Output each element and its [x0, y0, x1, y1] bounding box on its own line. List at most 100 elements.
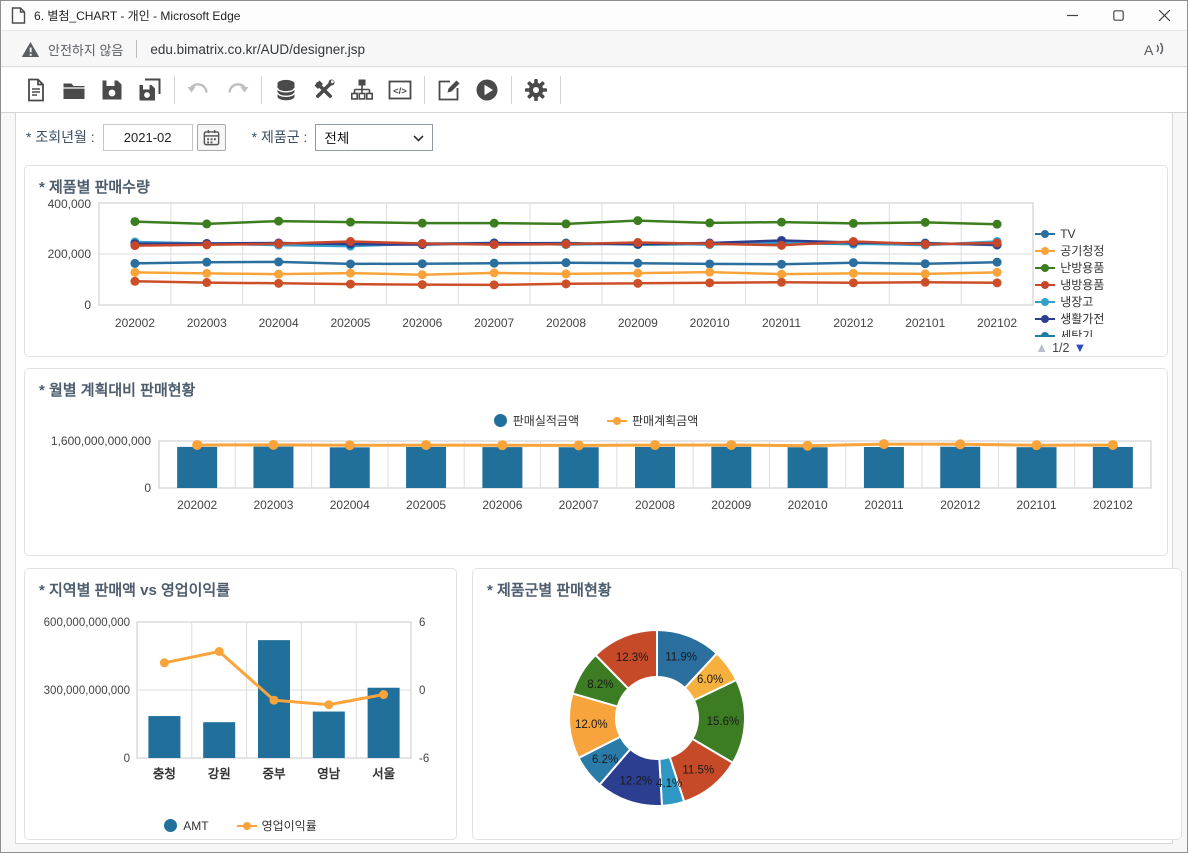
legend-label: 난방용품	[1060, 259, 1104, 276]
window-title: 6. 별첨_CHART - 개인 - Microsoft Edge	[34, 7, 240, 24]
legend-page-up-icon[interactable]: ▲	[1035, 340, 1048, 355]
line-chart-product-sales: 400,000200,00002020022020032020042020052…	[39, 197, 1035, 345]
legend-label: 판매계획금액	[632, 412, 698, 429]
svg-text:A: A	[1144, 42, 1154, 58]
browser-window: 6. 별첨_CHART - 개인 - Microsoft Edge 안전하지 않…	[0, 0, 1188, 853]
minimize-button[interactable]	[1049, 1, 1095, 30]
svg-text:202005: 202005	[406, 498, 446, 512]
svg-text:4.1%: 4.1%	[656, 778, 682, 790]
svg-text:400,000: 400,000	[48, 197, 92, 211]
svg-text:202002: 202002	[177, 498, 217, 512]
page-content: * 조회년월 : * 제품군 : 전체 * 제품별 판매수량 400,000 20…	[15, 113, 1173, 844]
legend-item[interactable]: 냉방용품	[1035, 276, 1153, 293]
toolbar-separator	[511, 76, 512, 104]
legend-label: 공기청정	[1060, 242, 1104, 259]
settings-icon[interactable]	[517, 72, 555, 108]
security-status-text[interactable]: 안전하지 않음	[48, 40, 123, 59]
save-as-icon[interactable]	[131, 72, 169, 108]
legend-page-indicator: 1/2	[1052, 341, 1069, 355]
legend-marker	[1035, 246, 1055, 255]
svg-text:202008: 202008	[546, 316, 586, 330]
svg-text:202012: 202012	[833, 316, 873, 330]
legend-marker	[1035, 331, 1055, 337]
svg-text:600,000,000,000: 600,000,000,000	[44, 617, 130, 629]
svg-text:202011: 202011	[762, 316, 801, 330]
legend-label: 영업이익률	[262, 817, 317, 834]
svg-text:202004: 202004	[259, 316, 299, 330]
svg-text:202101: 202101	[905, 316, 945, 330]
read-aloud-icon[interactable]: A	[1143, 40, 1165, 58]
toolbar-separator	[424, 76, 425, 104]
close-button[interactable]	[1141, 1, 1187, 30]
legend-item[interactable]: 판매실적금액	[494, 412, 579, 429]
code-icon[interactable]: </>	[381, 72, 419, 108]
svg-text:202005: 202005	[330, 316, 370, 330]
legend-marker	[1035, 280, 1055, 289]
legend-item[interactable]: 세탁기	[1035, 327, 1153, 337]
legend-label: 냉방용품	[1060, 276, 1104, 293]
legend-item[interactable]: 생활가전	[1035, 310, 1153, 327]
svg-text:8.2%: 8.2%	[587, 679, 613, 691]
legend-label: TV	[1060, 227, 1075, 241]
svg-text:영남: 영남	[317, 766, 341, 781]
svg-text:202002: 202002	[115, 316, 155, 330]
maximize-button[interactable]	[1095, 1, 1141, 30]
svg-text:1,600,000,000,000: 1,600,000,000,000	[51, 434, 151, 448]
legend-label: AMT	[183, 819, 208, 833]
run-icon[interactable]	[468, 72, 506, 108]
tools-icon[interactable]	[305, 72, 343, 108]
legend-marker	[607, 416, 627, 425]
legend-item[interactable]: 영업이익률	[237, 817, 317, 834]
svg-text:202010: 202010	[690, 316, 730, 330]
legend-label: 냉장고	[1060, 293, 1093, 310]
legend-marker	[1035, 297, 1055, 306]
legend-item[interactable]: 난방용품	[1035, 259, 1153, 276]
edit-icon[interactable]	[430, 72, 468, 108]
legend-marker	[1035, 314, 1055, 323]
svg-text:6.0%: 6.0%	[697, 674, 723, 686]
svg-text:강원: 강원	[208, 766, 231, 781]
hierarchy-icon[interactable]	[343, 72, 381, 108]
svg-text:-6: -6	[419, 753, 429, 765]
title-bar: 6. 별첨_CHART - 개인 - Microsoft Edge	[1, 1, 1187, 31]
product-select[interactable]: 전체	[315, 124, 433, 151]
combo-chart-region: 600,000,000,000300,000,000,000060-6충청강원중…	[39, 612, 444, 804]
redo-icon[interactable]	[218, 72, 256, 108]
app-toolbar: </>	[1, 68, 1187, 113]
legend-page-down-icon[interactable]: ▼	[1073, 340, 1086, 355]
svg-text:</>: </>	[393, 86, 407, 97]
panel-title: * 제품별 판매수량	[39, 176, 1153, 197]
svg-text:202009: 202009	[711, 498, 751, 512]
undo-icon[interactable]	[180, 72, 218, 108]
legend-item[interactable]: AMT	[164, 817, 208, 834]
legend-marker	[237, 821, 257, 830]
panel-title: * 지역별 판매액 vs 영업이익률	[39, 579, 442, 600]
legend-item[interactable]: 판매계획금액	[607, 412, 698, 429]
legend-item[interactable]: TV	[1035, 225, 1153, 242]
save-icon[interactable]	[93, 72, 131, 108]
open-folder-icon[interactable]	[55, 72, 93, 108]
svg-text:중부: 중부	[262, 767, 286, 781]
bar-chart-legend: 판매실적금액 판매계획금액	[39, 412, 1153, 429]
svg-text:202007: 202007	[474, 316, 514, 330]
panel-title: * 월별 계획대비 판매현황	[39, 379, 1153, 400]
legend-item[interactable]: 냉장고	[1035, 293, 1153, 310]
legend-item[interactable]: 공기청정	[1035, 242, 1153, 259]
svg-text:202101: 202101	[1017, 498, 1057, 512]
svg-text:0: 0	[84, 298, 91, 312]
new-document-icon[interactable]	[17, 72, 55, 108]
toolbar-separator	[560, 76, 561, 104]
not-secure-warning-icon[interactable]	[21, 41, 40, 58]
filter-bar: * 조회년월 : * 제품군 : 전체	[26, 122, 433, 152]
url-text[interactable]: edu.bimatrix.co.kr/AUD/designer.jsp	[150, 42, 365, 57]
database-icon[interactable]	[267, 72, 305, 108]
legend-marker	[164, 819, 177, 832]
calendar-button[interactable]	[197, 124, 226, 151]
address-divider	[136, 40, 137, 58]
page-icon	[11, 7, 26, 24]
svg-text:202011: 202011	[864, 498, 903, 512]
svg-text:202010: 202010	[788, 498, 828, 512]
svg-text:202003: 202003	[187, 316, 227, 330]
address-bar: 안전하지 않음 edu.bimatrix.co.kr/AUD/designer.…	[1, 32, 1187, 67]
date-input[interactable]	[103, 124, 193, 151]
